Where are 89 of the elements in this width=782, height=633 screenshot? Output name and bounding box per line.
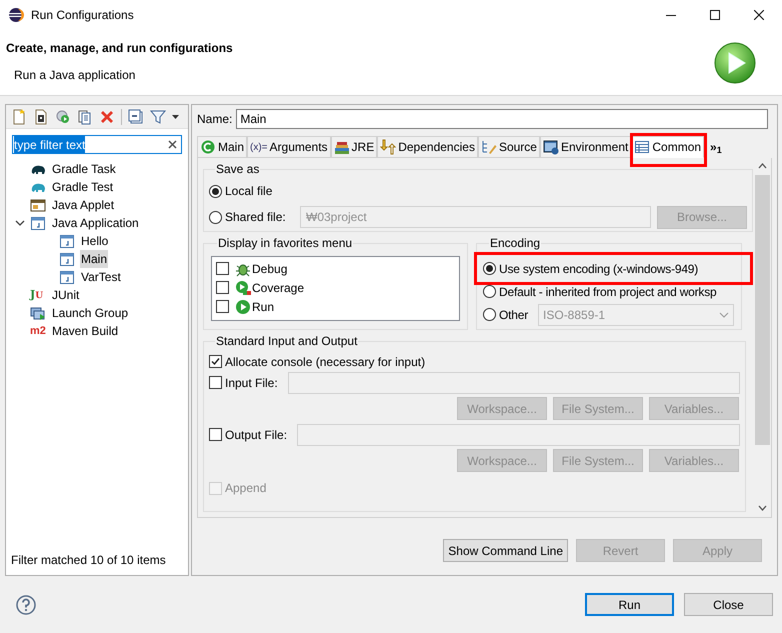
tab[interactable]: Main [197,136,248,158]
checkbox-label: Output File: [225,426,288,444]
radio-label: Default - inherited from project and worksp [499,284,717,300]
checkbox[interactable] [209,355,222,368]
button[interactable]: Show Command Line [443,539,568,562]
chevron-down-icon [719,310,730,320]
tab[interactable]: (x)= Arguments [247,136,331,158]
file-path-field[interactable] [288,372,740,394]
radio-label: Other [499,306,528,324]
list-item[interactable]: Run [252,298,274,316]
tree-item[interactable]: Java Application [51,214,140,232]
prototype-icon[interactable] [33,108,49,124]
tree-item[interactable]: Gradle Test [51,178,114,196]
group-title: Display in favorites menu [217,235,354,252]
checkbox-label: Allocate console (necessary for input) [225,354,426,370]
tab[interactable]: Source [478,136,540,158]
dialog-title: Create, manage, and run configurations [6,40,234,57]
radio-label: Shared file: [225,209,287,226]
tab[interactable]: JRE [330,136,378,158]
radio-button[interactable] [209,210,222,224]
tree-item[interactable]: Main [80,250,108,268]
checkbox[interactable] [216,262,229,275]
run-circle-icon [200,139,216,155]
junit-icon: JU [30,289,46,301]
checkbox-label: Input File: [225,374,278,392]
tree-item[interactable]: JUnit [51,286,80,304]
group-title: Save as [215,161,260,178]
dialog-subtitle: Run a Java application [14,67,136,84]
name-label: Name: [197,111,232,128]
applet-icon [30,197,46,213]
radio-label: Local file [225,183,274,200]
radio-button[interactable] [483,308,496,321]
name-field[interactable]: Main [236,109,768,129]
tree-item[interactable]: Java Applet [51,196,116,214]
filter-icon[interactable] [150,108,166,124]
tree-item[interactable]: Launch Group [51,304,130,322]
copy-icon[interactable] [77,108,93,124]
list-item[interactable]: Coverage [252,278,304,296]
group-title: Standard Input and Output [215,333,358,350]
delete-icon[interactable] [99,108,115,124]
clear-icon[interactable] [168,140,177,149]
list-item[interactable]: Debug [252,260,288,278]
help-icon[interactable] [16,594,36,614]
filter-field[interactable]: type filter text [12,135,182,154]
new-document-icon[interactable] [11,108,27,124]
button[interactable]: Close [684,593,773,616]
radio-button[interactable] [483,285,496,298]
window-title: Run Configurations [31,7,134,24]
collapse-all-icon[interactable] [128,108,144,124]
run-icon [714,42,756,84]
coverage-icon [235,280,251,296]
check-icon [211,357,220,366]
close-icon[interactable] [754,10,764,20]
button[interactable]: Run [585,593,674,616]
application-icon [59,251,75,267]
launch-group-icon [30,305,46,321]
checkbox-label: Append [225,480,266,497]
application-icon [59,269,75,285]
group-title: Encoding [489,235,542,252]
file-path-field[interactable] [297,424,740,446]
tab[interactable]: Dependencies [377,136,478,158]
checkbox[interactable] [209,376,222,389]
checkbox[interactable] [209,428,222,441]
application-icon [30,215,46,231]
run-icon [235,298,251,314]
status-text: Filter matched 10 of 10 items [10,552,167,569]
pencil-icon [480,139,497,155]
table-icon [634,139,650,155]
tree-item[interactable]: Gradle Task [51,160,117,178]
tree-item[interactable]: VarTest [80,268,122,286]
checkbox[interactable] [216,300,229,313]
maximize-icon[interactable] [710,10,720,20]
tab[interactable]: Common [631,136,704,158]
arrows-icon [380,139,396,155]
variable-icon: (x)= [250,140,268,154]
radio-label: Use system encoding (x-windows-949) [499,260,698,278]
radio-button[interactable] [483,262,496,275]
books-icon [334,139,350,155]
checkbox[interactable] [216,281,229,294]
eclipse-icon [8,7,24,23]
more-tabs-button[interactable]: »$_{1}$ [710,141,722,153]
monitor-icon [542,139,559,155]
scrollbar-thumb[interactable] [755,175,770,445]
tab[interactable]: Environment [540,136,632,158]
radio-button[interactable] [209,184,222,198]
tree-item[interactable]: Hello [80,232,110,250]
application-icon [59,233,75,249]
tree-item[interactable]: Maven Build [51,322,120,340]
maven-icon: m2 [30,326,46,336]
